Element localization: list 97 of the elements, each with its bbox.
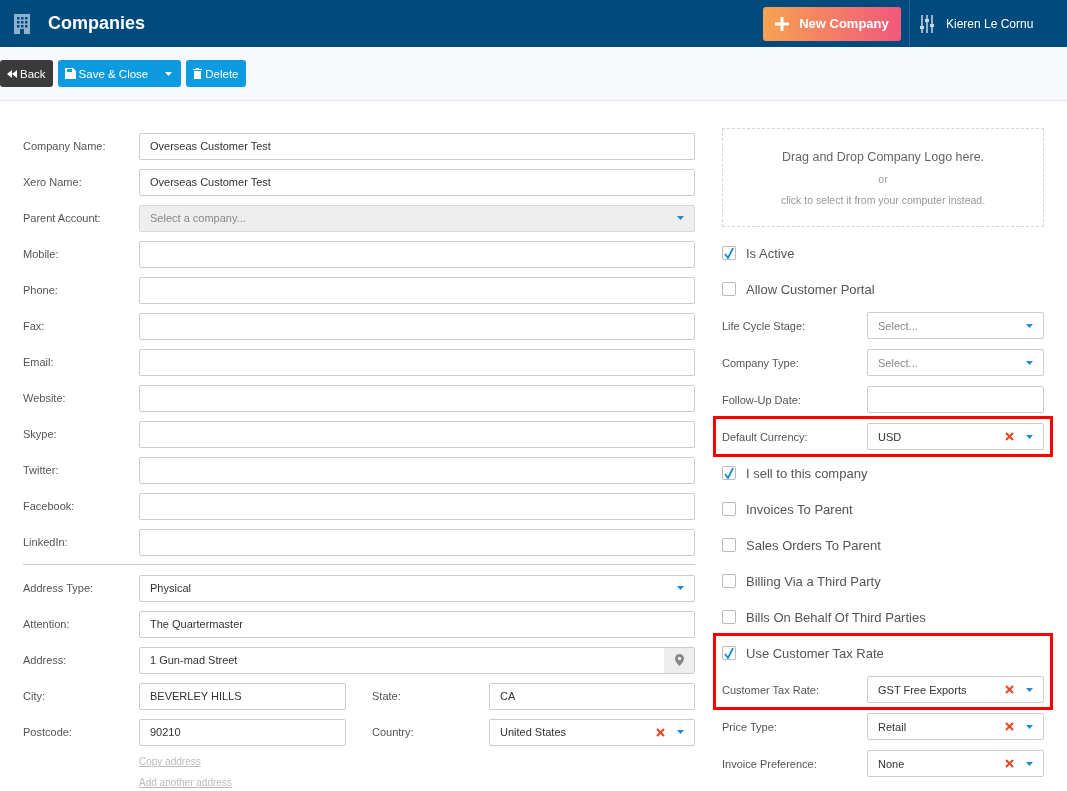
clear-icon[interactable] bbox=[1005, 432, 1014, 441]
dropdown-caret-icon bbox=[1026, 687, 1033, 692]
checkbox[interactable] bbox=[722, 538, 736, 552]
caret-icon bbox=[165, 71, 173, 76]
clear-icon[interactable] bbox=[656, 727, 665, 737]
select-field[interactable]: Physical bbox=[139, 574, 695, 602]
checkbox-label: Sales Orders To Parent bbox=[746, 537, 881, 553]
dropdown-caret-icon bbox=[677, 216, 684, 220]
map-pin-icon bbox=[674, 654, 684, 666]
field-label: Xero Name: bbox=[23, 176, 83, 188]
dropzone-title: Drag and Drop Company Logo here. bbox=[781, 149, 985, 164]
input-field[interactable]: CA bbox=[489, 682, 695, 710]
field-label: Twitter: bbox=[23, 464, 60, 476]
checkbox[interactable] bbox=[722, 502, 736, 516]
dropdown-caret-icon bbox=[1026, 360, 1033, 365]
checkbox-label: Is Active bbox=[746, 245, 795, 261]
checkbox[interactable] bbox=[722, 246, 736, 260]
back-button[interactable]: Back bbox=[0, 60, 53, 87]
field-label: Email: bbox=[23, 356, 55, 368]
field-label: Follow-Up Date: bbox=[722, 393, 802, 406]
input-field[interactable] bbox=[139, 348, 695, 376]
map-pin-button[interactable] bbox=[664, 647, 694, 673]
dropdown-caret-icon bbox=[677, 730, 684, 734]
clear-icon[interactable] bbox=[1005, 759, 1014, 768]
field-label: Attention: bbox=[23, 618, 71, 630]
field-label: Price Type: bbox=[722, 720, 778, 733]
checkbox-label: Use Customer Tax Rate bbox=[746, 645, 884, 661]
select-field[interactable]: USD bbox=[867, 423, 1044, 450]
plus-icon bbox=[775, 16, 790, 31]
logo-dropzone[interactable]: Drag and Drop Company Logo here. or click to select it from your computer instead. bbox=[722, 128, 1044, 227]
input-field[interactable]: 1 Gun-mad Street bbox=[139, 646, 695, 674]
input-field[interactable] bbox=[867, 386, 1044, 413]
dropzone-hint: click to select it from your computer instead. bbox=[780, 193, 986, 206]
dropzone-or: or bbox=[878, 172, 888, 185]
input-field[interactable] bbox=[139, 312, 695, 340]
field-label: Address: bbox=[23, 654, 68, 666]
checkbox-label: Allow Customer Portal bbox=[746, 281, 875, 297]
select-field[interactable]: None bbox=[867, 750, 1044, 777]
input-field[interactable] bbox=[139, 384, 695, 412]
user-name[interactable]: Kieren Le Cornu bbox=[946, 16, 1034, 31]
page-title: Companies bbox=[48, 13, 147, 34]
input-field[interactable] bbox=[139, 492, 695, 520]
double-left-arrow-icon bbox=[7, 69, 17, 78]
field-label: Customer Tax Rate: bbox=[722, 683, 820, 696]
save-options-button[interactable] bbox=[155, 60, 182, 87]
input-field[interactable]: Overseas Customer Test bbox=[139, 168, 695, 196]
checkbox[interactable] bbox=[722, 610, 736, 624]
field-label: LinkedIn: bbox=[23, 536, 69, 548]
input-field[interactable]: 90210 bbox=[139, 718, 346, 746]
dropdown-caret-icon bbox=[1026, 724, 1033, 729]
field-label: Default Currency: bbox=[722, 430, 809, 443]
select-field[interactable]: Select... bbox=[867, 312, 1044, 339]
clear-icon[interactable] bbox=[1005, 722, 1014, 731]
checkbox[interactable] bbox=[722, 574, 736, 588]
select-field[interactable]: GST Free Exports bbox=[867, 676, 1044, 703]
input-field[interactable] bbox=[139, 420, 695, 448]
dropdown-caret-icon bbox=[1026, 434, 1033, 439]
field-label: Skype: bbox=[23, 428, 58, 440]
input-field[interactable]: The Quartermaster bbox=[139, 610, 695, 638]
input-field[interactable]: Overseas Customer Test bbox=[139, 132, 695, 160]
checkbox-label: I sell to this company bbox=[746, 465, 868, 481]
field-label: Company Type: bbox=[722, 356, 800, 369]
field-label: Facebook: bbox=[23, 500, 76, 512]
field-label: Phone: bbox=[23, 284, 59, 296]
dropdown-caret-icon bbox=[677, 586, 684, 590]
clear-icon[interactable] bbox=[1005, 685, 1014, 694]
select-field[interactable]: Retail bbox=[867, 713, 1044, 740]
select-field[interactable]: Select... bbox=[867, 349, 1044, 376]
dropdown-caret-icon bbox=[1026, 323, 1033, 328]
field-label: Parent Account: bbox=[23, 212, 102, 224]
sliders-icon[interactable] bbox=[920, 14, 934, 33]
select-field[interactable]: United States bbox=[489, 718, 695, 746]
field-label: Life Cycle Stage: bbox=[722, 319, 807, 332]
input-field[interactable]: BEVERLEY HILLS bbox=[139, 682, 346, 710]
field-label: Website: bbox=[23, 392, 67, 404]
field-label: Postcode: bbox=[23, 726, 73, 738]
input-field[interactable] bbox=[139, 276, 695, 304]
dropdown-caret-icon bbox=[1026, 761, 1033, 766]
field-label: Invoice Preference: bbox=[722, 757, 818, 770]
input-field[interactable] bbox=[139, 528, 695, 556]
field-label: State: bbox=[372, 690, 402, 702]
checkbox-label: Bills On Behalf Of Third Parties bbox=[746, 609, 926, 625]
checkbox[interactable] bbox=[722, 282, 736, 296]
field-label: Country: bbox=[372, 726, 415, 738]
field-label: Mobile: bbox=[23, 248, 60, 260]
input-field[interactable] bbox=[139, 456, 695, 484]
checkbox[interactable] bbox=[722, 466, 736, 480]
checkbox-label: Billing Via a Third Party bbox=[746, 573, 881, 589]
input-field[interactable] bbox=[139, 240, 695, 268]
building-icon bbox=[14, 13, 30, 34]
field-label: Address Type: bbox=[23, 582, 95, 594]
field-label: Fax: bbox=[23, 320, 46, 332]
field-label: Company Name: bbox=[23, 140, 107, 152]
trash-icon bbox=[193, 68, 203, 79]
checkbox[interactable] bbox=[722, 646, 736, 660]
checkbox-label: Invoices To Parent bbox=[746, 501, 853, 517]
field-label: City: bbox=[23, 690, 46, 702]
